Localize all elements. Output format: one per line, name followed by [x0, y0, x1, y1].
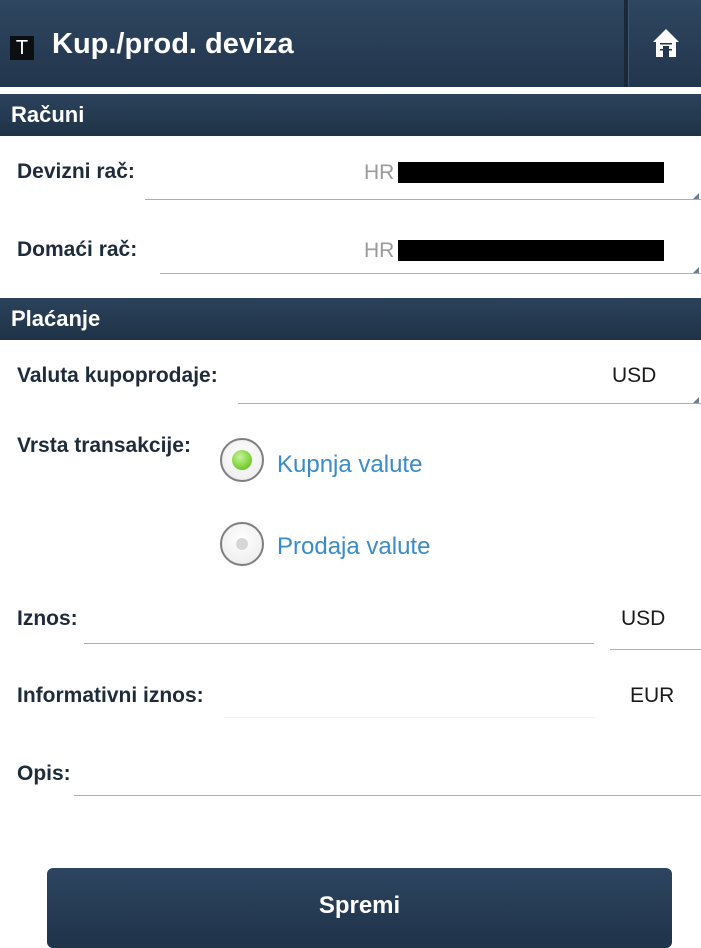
- section-header-accounts: Računi: [0, 94, 701, 136]
- page-title: Kup./prod. deviza: [52, 28, 294, 60]
- radio-label-sell[interactable]: Prodaja valute: [277, 533, 430, 561]
- amount-currency: USD: [621, 607, 666, 630]
- currency-label: Valuta kupoprodaje:: [17, 364, 218, 387]
- section-header-payment: Plaćanje: [0, 298, 701, 340]
- field-corner: [693, 267, 699, 273]
- domestic-account-label: Domaći rač:: [17, 238, 138, 261]
- field-underline: [238, 403, 701, 404]
- amount-label: Iznos:: [17, 607, 78, 630]
- field-corner: [693, 193, 699, 199]
- save-button[interactable]: Spremi: [47, 868, 672, 948]
- radio-selected-dot: [232, 450, 252, 470]
- dropdown-corner-icon: [693, 397, 699, 403]
- app-logo: T: [10, 36, 34, 60]
- foreign-account-label: Devizni rač:: [17, 160, 135, 183]
- field-underline: [160, 273, 701, 274]
- home-icon: [653, 29, 679, 57]
- top-app-bar: T Kup./prod. deviza: [0, 0, 701, 87]
- info-amount-currency: EUR: [630, 684, 675, 707]
- amount-currency-underline: [610, 649, 701, 650]
- description-label: Opis:: [17, 762, 71, 785]
- info-amount-label: Informativni iznos:: [17, 684, 204, 707]
- foreign-account-value: HR: [364, 161, 395, 184]
- radio-label-buy[interactable]: Kupnja valute: [277, 451, 422, 479]
- transaction-type-label: Vrsta transakcije:: [17, 434, 191, 457]
- radio-button-buy[interactable]: [220, 438, 264, 482]
- currency-select-value: USD: [612, 364, 657, 387]
- radio-unselected-dot: [236, 538, 248, 550]
- field-underline: [145, 199, 701, 200]
- description-input[interactable]: [74, 795, 701, 796]
- domestic-account-value: HR: [364, 239, 395, 262]
- radio-button-sell[interactable]: [220, 522, 264, 566]
- redaction-bar: [398, 240, 664, 261]
- info-amount-value: [225, 717, 595, 718]
- redaction-bar: [398, 162, 664, 183]
- amount-input[interactable]: [84, 643, 594, 644]
- home-button[interactable]: [629, 0, 701, 87]
